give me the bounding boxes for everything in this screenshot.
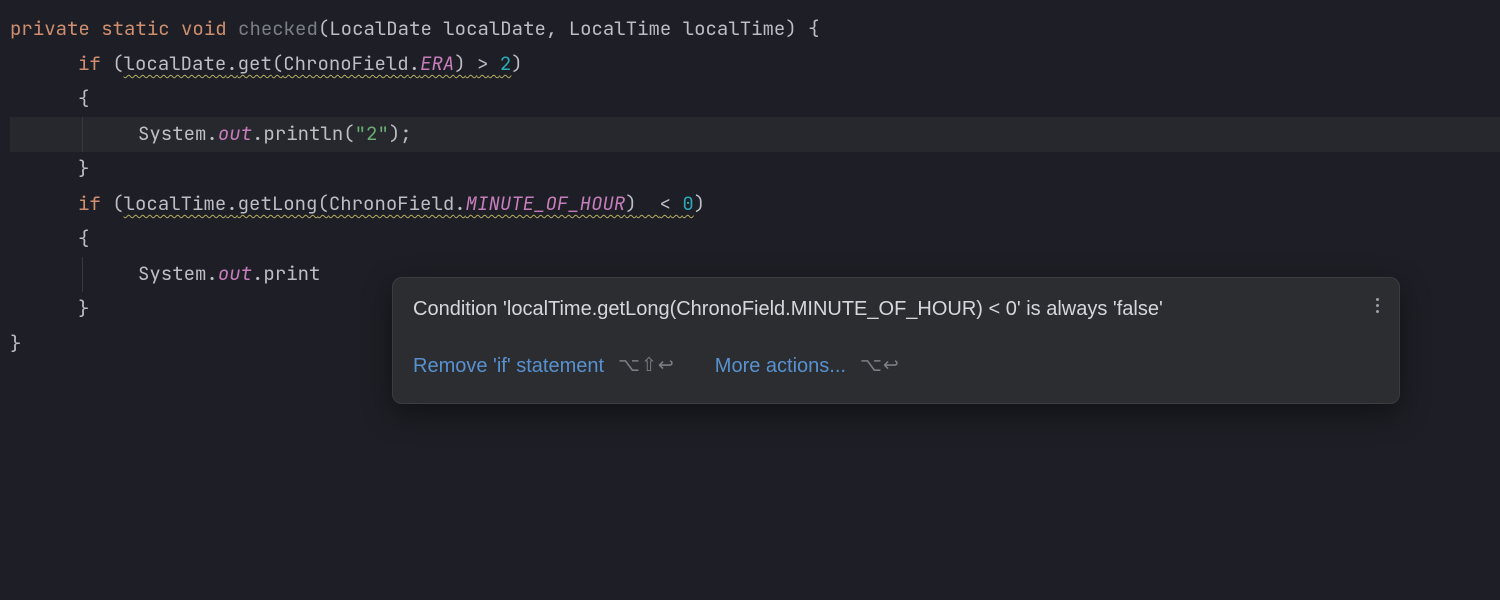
paren: ( (272, 51, 283, 76)
dot: . (206, 121, 217, 146)
inspection-tooltip: Condition 'localTime.getLong(ChronoField… (392, 277, 1400, 404)
number-literal: 0 (682, 191, 693, 216)
paren: ( (318, 16, 329, 41)
paren: ) (454, 51, 465, 76)
param-type: LocalDate (329, 16, 432, 41)
comma: , (546, 16, 569, 41)
inspection-warning[interactable]: localDate.get(ChronoField.ERA) > 2 (124, 51, 512, 76)
quickfix-remove-if[interactable]: Remove 'if' statement ⌥⇧↩ (413, 348, 675, 385)
quickfix-label[interactable]: Remove 'if' statement (413, 348, 604, 385)
class-ref: System (138, 261, 206, 286)
dot: . (226, 51, 237, 76)
indent-guide (82, 117, 83, 152)
method-call: get (238, 51, 272, 76)
method-call: getLong (238, 191, 318, 216)
paren: ( (317, 191, 328, 216)
paren: ( (343, 121, 354, 146)
kebab-menu-icon[interactable] (1372, 294, 1383, 317)
brace-close: } (78, 296, 89, 321)
brace-open: { (78, 86, 89, 111)
dot: . (252, 261, 263, 286)
field-out: out (218, 121, 252, 146)
enum-constant: ERA (420, 51, 454, 76)
paren: ); (389, 121, 412, 146)
param-type: LocalTime (569, 16, 672, 41)
method-name: checked (238, 16, 318, 41)
paren: ( (112, 191, 123, 216)
paren: ) (694, 191, 705, 216)
keyword-if: if (78, 191, 101, 216)
brace-open: { (808, 16, 819, 41)
more-actions[interactable]: More actions... ⌥↩ (715, 348, 900, 385)
class-ref: ChronoField (329, 191, 454, 216)
inspection-warning[interactable]: localTime.getLong(ChronoField.MINUTE_OF_… (124, 191, 694, 216)
enum-constant: MINUTE_OF_HOUR (466, 191, 626, 216)
shortcut-hint: ⌥↩ (860, 349, 900, 384)
paren: ) (511, 51, 522, 76)
tooltip-actions: Remove 'if' statement ⌥⇧↩ More actions..… (413, 348, 1379, 385)
code-line[interactable]: private static void checked(LocalDate lo… (10, 12, 1500, 47)
dot: . (454, 191, 465, 216)
method-call-partial: print (263, 261, 320, 286)
operator: < (660, 191, 671, 216)
method-call: println (263, 121, 343, 146)
paren: ( (112, 51, 123, 76)
string-literal: "2" (355, 121, 389, 146)
keyword-if: if (78, 51, 101, 76)
class-ref: ChronoField (283, 51, 408, 76)
tooltip-message: Condition 'localTime.getLong(ChronoField… (413, 294, 1379, 324)
keyword-void: void (181, 16, 227, 41)
brace-close: } (78, 156, 89, 181)
more-actions-label[interactable]: More actions... (715, 348, 846, 385)
field-out: out (218, 261, 252, 286)
brace-open: { (78, 226, 89, 251)
code-line[interactable]: { (10, 222, 1500, 257)
dot: . (206, 261, 217, 286)
keyword-private: private (10, 16, 90, 41)
code-line[interactable]: } (10, 152, 1500, 187)
indent-guide (82, 257, 83, 292)
paren: ) (785, 16, 808, 41)
param-name: localTime (683, 16, 786, 41)
param-name: localDate (443, 16, 546, 41)
keyword-static: static (101, 16, 169, 41)
brace-close: } (10, 331, 21, 356)
variable: localDate (124, 51, 227, 76)
code-line-highlighted[interactable]: System.out.println("2"); (10, 117, 1500, 152)
dot: . (226, 191, 237, 216)
shortcut-hint: ⌥⇧↩ (618, 349, 675, 384)
variable: localTime (124, 191, 227, 216)
number-literal: 2 (500, 51, 511, 76)
class-ref: System (138, 121, 206, 146)
code-line[interactable]: { (10, 82, 1500, 117)
operator: > (477, 51, 488, 76)
dot: . (252, 121, 263, 146)
paren: ) (625, 191, 636, 216)
dot: . (409, 51, 420, 76)
code-line[interactable]: if (localTime.getLong(ChronoField.MINUTE… (10, 187, 1500, 222)
code-line[interactable]: if (localDate.get(ChronoField.ERA) > 2) (10, 47, 1500, 82)
